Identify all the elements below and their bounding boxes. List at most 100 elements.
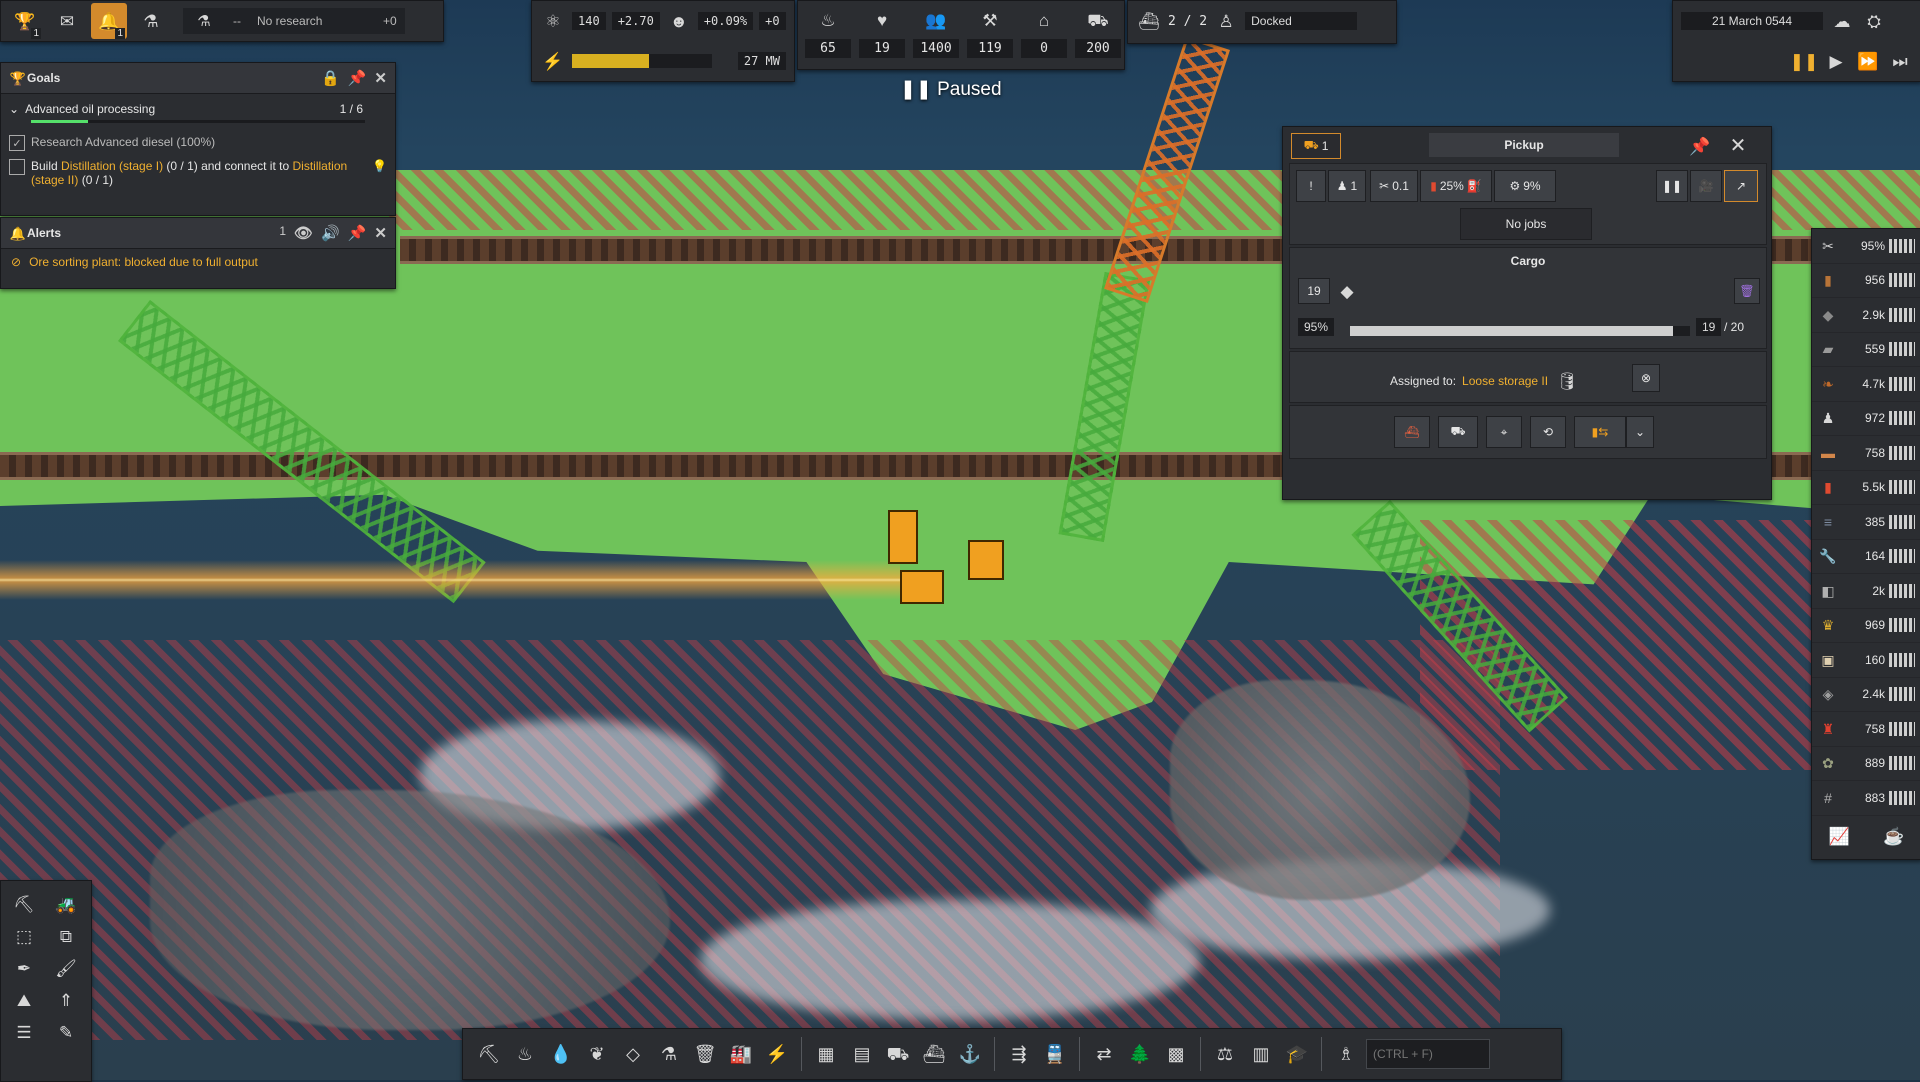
lock-icon[interactable]: 🔒 [321, 69, 340, 87]
buildings-icon[interactable]: ▥ [1245, 1038, 1277, 1070]
truck-action-button[interactable]: ⛟ [1438, 416, 1478, 448]
education-icon[interactable]: 🎓 [1281, 1038, 1313, 1070]
locate-button[interactable]: ⌖ [1486, 416, 1522, 448]
smelting-icon[interactable]: ♨ [509, 1038, 541, 1070]
farming-icon[interactable]: ❦ [581, 1038, 613, 1070]
water-icon[interactable]: 💧 [545, 1038, 577, 1070]
resource-row[interactable]: ◈ 2.4k [1812, 678, 1920, 712]
balance-icon[interactable]: ⚖ [1209, 1038, 1241, 1070]
unassign-button[interactable]: ⊗ [1632, 364, 1660, 392]
stat-health[interactable]: ♥ 19 [856, 1, 908, 69]
alerts-button[interactable]: 🔔 1 [91, 3, 127, 39]
route-button[interactable]: ↗ [1724, 170, 1758, 202]
docks-icon[interactable]: ⚓ [954, 1038, 986, 1070]
ship-build-icon[interactable]: ⛴ [918, 1038, 950, 1070]
terrain-icon[interactable]: ⛰ [11, 987, 37, 1013]
pin-icon[interactable]: 📌 [348, 69, 367, 87]
select-area-icon[interactable]: ⬚ [11, 923, 37, 949]
pickup-vehicle-1[interactable] [888, 510, 918, 564]
resource-row[interactable]: #883 [1812, 781, 1920, 816]
alert-item[interactable]: ⊘ Ore sorting plant: blocked due to full… [1, 249, 395, 275]
oil-icon[interactable]: ◇ [617, 1038, 649, 1070]
stat-workers[interactable]: ⚒ 119 [964, 1, 1016, 69]
fast-forward-icon[interactable]: ⏩ [1855, 48, 1881, 74]
messages-button[interactable]: ✉ [49, 3, 85, 39]
upgrade-icon[interactable]: ⇑ [53, 987, 79, 1013]
pickup-vehicle-2[interactable] [968, 540, 1004, 580]
assigned-target-link[interactable]: Loose storage II [1462, 374, 1548, 388]
alerts-close-icon[interactable]: ✕ [374, 224, 387, 242]
resource-row[interactable]: ♟ 972 [1812, 402, 1920, 436]
more-dropdown-button[interactable]: ⌄ [1626, 416, 1654, 448]
play-icon[interactable]: ▶ [1823, 48, 1849, 74]
resource-row[interactable]: ▮ 956 [1812, 264, 1920, 298]
power-plant-icon[interactable]: ⚡ [761, 1038, 793, 1070]
ships-bar[interactable]: ⛴ 2 / 2 ♙ Docked [1127, 0, 1397, 44]
pause-icon[interactable]: ❚❚ [1790, 48, 1819, 74]
vehicles-build-icon[interactable]: ⛟ [882, 1038, 914, 1070]
chart-icon[interactable]: 📈 [1826, 824, 1852, 850]
close-icon[interactable]: ✕ [374, 69, 387, 87]
recipes-icon[interactable]: ☕ [1881, 824, 1907, 850]
vehicle-tab[interactable]: ⛟ 1 [1291, 133, 1341, 159]
storage-build-icon[interactable]: ▦ [810, 1038, 842, 1070]
research-status[interactable]: ⚗ -- No research +0 [183, 8, 405, 34]
pickup-close-icon[interactable]: ✕ [1725, 133, 1751, 159]
waste-icon[interactable]: 🗑 [689, 1038, 721, 1070]
camera-button[interactable]: 🎥 [1690, 170, 1722, 202]
resource-row[interactable]: ≡ 385 [1812, 505, 1920, 540]
resource-row[interactable]: ▣ 160 [1812, 643, 1920, 678]
paint-icon[interactable]: 🖌 [53, 955, 79, 981]
resource-row[interactable]: ▮ 5.5k [1812, 471, 1920, 505]
depot-icon[interactable]: ▤ [846, 1038, 878, 1070]
resource-row[interactable]: ◧ 2k [1812, 574, 1920, 609]
repeat-button[interactable]: ⟲ [1530, 416, 1566, 448]
mining-icon[interactable]: ⛏ [473, 1038, 505, 1070]
bulldozer-icon[interactable]: 🚜 [53, 891, 79, 917]
transport-icon[interactable]: ⇶ [1003, 1038, 1035, 1070]
pickup-vehicle-3[interactable] [900, 570, 944, 604]
pickup-pin-icon[interactable]: 📌 [1687, 133, 1713, 159]
resource-row[interactable]: ♛ 969 [1812, 609, 1920, 643]
goals-button[interactable]: 🏆 1 [7, 3, 43, 39]
train-icon[interactable]: 🚆 [1039, 1038, 1071, 1070]
resource-row[interactable]: ♜ 758 [1812, 712, 1920, 747]
trees-icon[interactable]: 🌲 [1124, 1038, 1156, 1070]
pause-vehicle-button[interactable]: ❚❚ [1656, 170, 1688, 202]
research-button[interactable]: ⚗ [133, 3, 169, 39]
resource-row[interactable]: ✿ 889 [1812, 747, 1920, 781]
factory-icon[interactable]: 🏭 [725, 1038, 757, 1070]
grid-icon[interactable]: ▩ [1160, 1038, 1192, 1070]
hint-bulb-icon[interactable]: 💡 [372, 159, 387, 173]
fastest-forward-icon[interactable]: ⏭ [1887, 48, 1913, 74]
copy-icon[interactable]: ⧉ [53, 923, 79, 949]
alerts-pin-icon[interactable]: 📌 [348, 224, 367, 242]
build-search-input[interactable] [1366, 1039, 1490, 1069]
priority-button[interactable]: ! [1296, 170, 1326, 202]
power-row[interactable]: ⚡ 27 MW [532, 41, 794, 81]
stat-population[interactable]: 👥 1400 [910, 1, 962, 69]
resource-row[interactable]: ▬ 758 [1812, 436, 1920, 471]
resource-row[interactable]: ◆ 2.9k [1812, 298, 1920, 333]
resource-row[interactable]: ✂ 95% [1812, 229, 1920, 264]
settings-icon[interactable]: ⛭ [1861, 8, 1887, 34]
resource-row[interactable]: 🔧 164 [1812, 540, 1920, 574]
main-goal[interactable]: ⌄ Advanced oil processing 1 / 6 [1, 94, 395, 120]
stat-vehicles[interactable]: ⛟ 200 [1072, 1, 1124, 69]
fuel-transfer-button[interactable]: ▮⇆ [1574, 416, 1626, 448]
discard-cargo-button[interactable]: 🗑 [1734, 278, 1760, 304]
conveyor-icon[interactable]: ⇄ [1088, 1038, 1120, 1070]
demolish-icon[interactable]: ⛏ [11, 891, 37, 917]
build-ship-button[interactable]: ⛴ [1394, 416, 1430, 448]
people-icon[interactable]: ♗ [1330, 1038, 1362, 1070]
eye-icon[interactable]: 👁 [294, 224, 313, 242]
layers-icon[interactable]: ☰ [11, 1019, 37, 1045]
resource-row[interactable]: ▰ 559 [1812, 333, 1920, 367]
resource-row[interactable]: ❧ 4.7k [1812, 367, 1920, 402]
eyedropper-icon[interactable]: ✒ [11, 955, 37, 981]
chemistry-icon[interactable]: ⚗ [653, 1038, 685, 1070]
edit-icon[interactable]: ✎ [53, 1019, 79, 1045]
speaker-icon[interactable]: 🔊 [321, 224, 340, 242]
stat-food[interactable]: ♨ 65 [802, 1, 854, 69]
stat-housing[interactable]: ⌂ 0 [1018, 1, 1070, 69]
